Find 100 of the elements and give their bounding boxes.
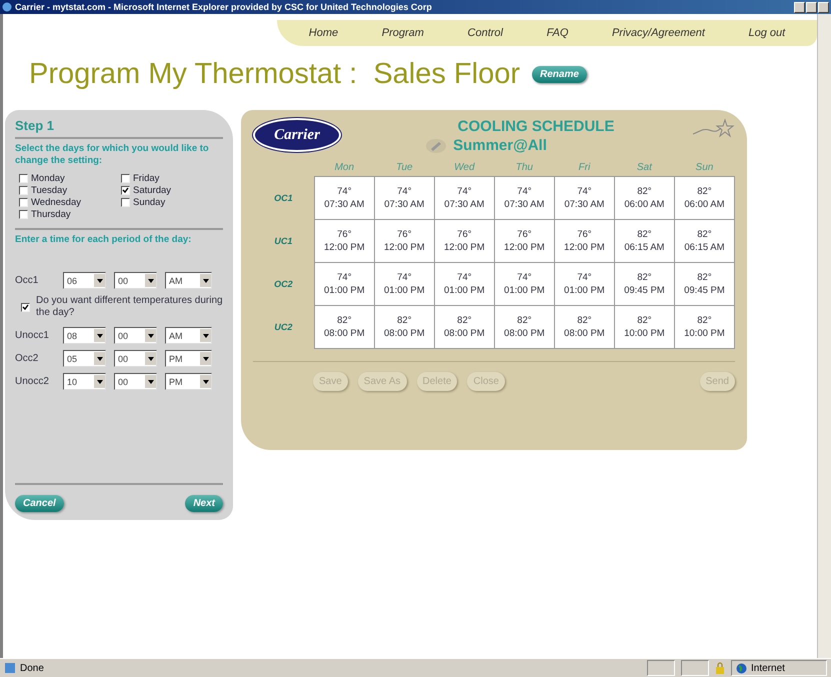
schedule-cell[interactable]: 76° 12:00 PM	[494, 220, 554, 262]
day-option[interactable]: Wednesday	[19, 196, 121, 208]
minimize-button[interactable]	[794, 2, 805, 12]
window-title: Carrier - mytstat.com - Microsoft Internet Explorer provided by CSC for United Technologies Corp	[15, 2, 432, 12]
schedule-cell[interactable]: 82° 06:15 AM	[614, 220, 674, 262]
time-prompt: Enter a time for each period of the day:	[15, 234, 192, 246]
caret-icon	[202, 380, 208, 384]
day-option[interactable]: Sunday	[121, 196, 223, 208]
schedule-cell[interactable]: 76° 12:00 PM	[374, 220, 434, 262]
close-button[interactable]	[818, 2, 829, 12]
schedule-cell[interactable]: 74° 07:30 AM	[374, 176, 434, 220]
checkbox[interactable]	[21, 302, 30, 312]
dropdown[interactable]: PM	[165, 350, 212, 367]
caret-icon	[148, 334, 154, 338]
schedule-cell[interactable]: 82° 08:00 PM	[554, 306, 614, 348]
step-title: Step 1	[15, 118, 56, 133]
checkbox[interactable]	[19, 198, 28, 206]
caret-icon	[202, 334, 208, 338]
dropdown[interactable]: 00	[114, 350, 157, 367]
status-text: Done	[20, 662, 44, 674]
day-header: Mon	[314, 158, 374, 176]
checkbox[interactable]	[19, 186, 28, 194]
schedule-cell[interactable]: 82° 10:00 PM	[614, 306, 674, 348]
nav-link[interactable]: FAQ	[546, 27, 568, 39]
schedule-cell[interactable]: 82° 09:45 PM	[614, 262, 674, 306]
schedule-cell[interactable]: 82° 06:15 AM	[674, 220, 734, 262]
day-header: Sun	[674, 158, 734, 176]
scrollbar[interactable]	[817, 14, 831, 658]
day-header: Thu	[494, 158, 554, 176]
schedule-cell[interactable]: 82° 08:00 PM	[494, 306, 554, 348]
nav-link[interactable]: Privacy/Agreement	[612, 27, 705, 39]
checkbox[interactable]	[19, 174, 28, 182]
dropdown[interactable]: AM	[165, 272, 212, 289]
day-option[interactable]: Monday	[19, 172, 121, 184]
checkbox-label: Do you want different temperatures during the day?	[36, 295, 223, 319]
dropdown[interactable]: 10	[63, 373, 106, 390]
nav-link[interactable]: Control	[468, 27, 503, 39]
page-icon	[4, 662, 16, 674]
day-header: Wed	[434, 158, 494, 176]
lock-icon	[715, 662, 725, 674]
dropdown[interactable]: 00	[114, 272, 157, 289]
nav-link[interactable]: Log out	[748, 27, 786, 39]
day-option[interactable]: Tuesday	[19, 184, 121, 196]
checkbox[interactable]	[121, 198, 130, 206]
browser-icon	[2, 2, 12, 12]
checkbox[interactable]	[19, 210, 28, 218]
day-option[interactable]: Saturday	[121, 184, 223, 196]
day-option[interactable]: Thursday	[19, 208, 121, 220]
schedule-cell[interactable]: 82° 08:00 PM	[374, 306, 434, 348]
caret-icon	[202, 278, 208, 282]
dropdown[interactable]: AM	[165, 327, 212, 344]
day-header: Sat	[614, 158, 674, 176]
globe-icon	[736, 662, 747, 674]
caret-icon	[96, 380, 102, 384]
schedule-cell[interactable]: 82° 06:00 AM	[674, 176, 734, 220]
schedule-cell[interactable]: 74° 01:00 PM	[494, 262, 554, 306]
schedule-cell[interactable]: 74° 07:30 AM	[494, 176, 554, 220]
schedule-cell[interactable]: 74° 01:00 PM	[374, 262, 434, 306]
maximize-button[interactable]	[806, 2, 817, 12]
schedule-cell[interactable]: 74° 01:00 PM	[434, 262, 494, 306]
dropdown[interactable]: 05	[63, 350, 106, 367]
schedule-cell[interactable]: 82° 09:45 PM	[674, 262, 734, 306]
schedule-cell[interactable]: 82° 08:00 PM	[314, 306, 374, 348]
period-label: Occ2	[15, 353, 40, 364]
dropdown[interactable]: PM	[165, 373, 212, 390]
period-label: OC1	[253, 176, 314, 220]
nav-link[interactable]: Home	[308, 27, 338, 39]
schedule-cell[interactable]: 76° 12:00 PM	[554, 220, 614, 262]
schedule-cell[interactable]: 76° 12:00 PM	[314, 220, 374, 262]
day-header: Fri	[554, 158, 614, 176]
dropdown[interactable]: 06	[63, 272, 106, 289]
caret-icon	[202, 356, 208, 360]
period-label: Occ1	[15, 275, 40, 286]
status-pane	[681, 660, 709, 676]
checkbox[interactable]	[121, 174, 130, 182]
schedule-cell[interactable]: 82° 08:00 PM	[434, 306, 494, 348]
checkbox[interactable]	[121, 186, 130, 194]
dropdown[interactable]: 08	[63, 327, 106, 344]
dropdown[interactable]: 00	[114, 373, 157, 390]
period-label: Unocc1	[15, 330, 50, 341]
schedule-cell[interactable]: 74° 07:30 AM	[314, 176, 374, 220]
schedule-cell[interactable]: 82° 06:00 AM	[614, 176, 674, 220]
star-logo-icon	[691, 118, 735, 140]
brand-logo: Carrier	[253, 118, 341, 152]
schedule-cell[interactable]: 74° 07:30 AM	[554, 176, 614, 220]
schedule-cell[interactable]: 82° 10:00 PM	[674, 306, 734, 348]
schedule-cell[interactable]: 76° 12:00 PM	[434, 220, 494, 262]
dropdown[interactable]: 00	[114, 327, 157, 344]
caret-icon	[148, 278, 154, 282]
caret-icon	[96, 334, 102, 338]
period-label: UC1	[253, 220, 314, 262]
page-heading: Program My Thermostat : Sales Floor	[29, 58, 520, 90]
caret-icon	[148, 356, 154, 360]
day-option[interactable]: Friday	[121, 172, 223, 184]
schedule-cell[interactable]: 74° 01:00 PM	[314, 262, 374, 306]
schedule-title: COOLING SCHEDULE	[458, 118, 614, 135]
schedule-cell[interactable]: 74° 01:00 PM	[554, 262, 614, 306]
nav-link[interactable]: Program	[382, 27, 424, 39]
schedule-cell[interactable]: 74° 07:30 AM	[434, 176, 494, 220]
day-header: Tue	[374, 158, 434, 176]
